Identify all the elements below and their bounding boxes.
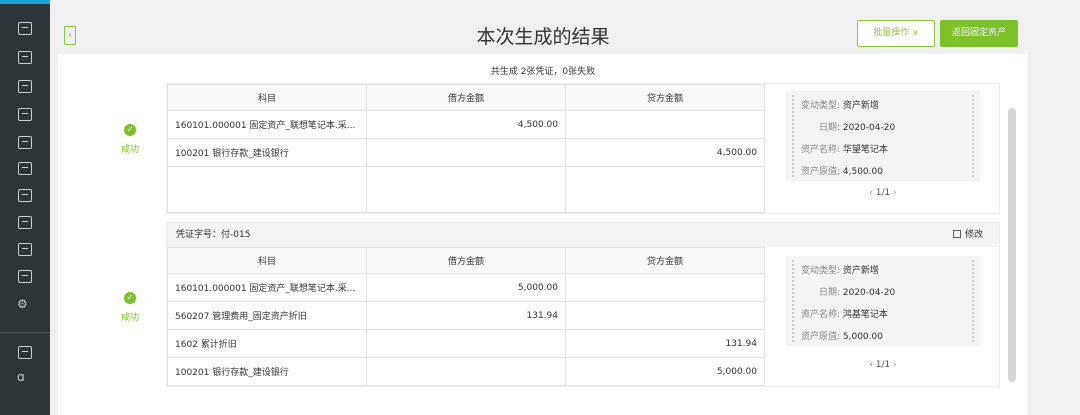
invoice-icon[interactable] bbox=[18, 270, 32, 283]
return-fixed-assets-button[interactable]: 返回固定资产 bbox=[940, 20, 1018, 47]
cell-credit bbox=[565, 110, 765, 139]
asset-name-value: 华望笔记本 bbox=[842, 145, 888, 155]
date-value: 2020-04-20 bbox=[842, 123, 896, 133]
calendar-icon[interactable] bbox=[18, 136, 32, 149]
dotted-border bbox=[792, 260, 794, 342]
col-subject: 科目 bbox=[167, 84, 367, 111]
cell-debit: 4,500.00 bbox=[366, 110, 566, 139]
sidebar-divider bbox=[0, 332, 50, 333]
logo-icon: ɑ bbox=[17, 370, 25, 384]
chart-icon[interactable] bbox=[18, 80, 32, 93]
cell-subject: 160101.000001 固定资产_联想笔记本.采... bbox=[167, 273, 367, 302]
cell-debit: 5,000.00 bbox=[366, 273, 566, 302]
edit-button[interactable]: 修改 bbox=[952, 223, 983, 247]
pager-text: 1/1 bbox=[875, 360, 891, 370]
table-row: 1602 累计折旧 131.94 bbox=[167, 329, 765, 358]
pager: ‹ 1/1 › bbox=[786, 188, 980, 198]
change-type-label: 变动类型: bbox=[800, 101, 840, 111]
original-value-label: 资产原值: bbox=[800, 167, 840, 177]
sidebar: ⚙ ɑ bbox=[0, 0, 50, 415]
pager-next-icon[interactable]: › bbox=[893, 360, 897, 370]
vertical-scrollbar[interactable] bbox=[1008, 108, 1016, 382]
pager-next-icon[interactable]: › bbox=[893, 188, 897, 198]
building-icon[interactable] bbox=[18, 108, 32, 121]
batch-operation-button[interactable]: 批量操作 ∨ bbox=[857, 20, 935, 47]
cell-debit bbox=[366, 357, 566, 386]
check-icon: ✓ bbox=[124, 124, 136, 136]
cell-credit bbox=[565, 301, 765, 330]
date-label: 日期: bbox=[818, 123, 840, 133]
col-debit: 借方金额 bbox=[366, 84, 566, 111]
list-icon[interactable] bbox=[18, 22, 32, 35]
original-value-label: 资产原值: bbox=[800, 332, 840, 342]
table-row: 100201 银行存款_建设银行 4,500.00 bbox=[167, 138, 765, 167]
stack-icon[interactable] bbox=[18, 243, 32, 256]
cell-debit bbox=[366, 138, 566, 167]
batch-operation-label: 批量操作 bbox=[873, 28, 910, 38]
col-debit: 借方金额 bbox=[366, 247, 566, 274]
asset-info-panel: 变动类型: 资产新增 日期: 2020-04-20 资产名称: 鸿基笔记本 资产… bbox=[786, 256, 980, 346]
voucher-card: 科目 借方金额 贷方金额 160101.000001 固定资产_联想笔记本.采.… bbox=[166, 83, 1000, 214]
pager: ‹ 1/1 › bbox=[786, 360, 980, 370]
chevron-down-icon: ∨ bbox=[912, 28, 919, 38]
voucher-status: ✓ 成功 bbox=[110, 292, 150, 323]
voucher-number: 凭证字号：付-015 bbox=[176, 230, 251, 240]
change-type-label: 变动类型: bbox=[800, 266, 840, 276]
date-value: 2020-04-20 bbox=[842, 288, 896, 298]
pager-prev-icon[interactable]: ‹ bbox=[869, 188, 873, 198]
voucher-status: ✓ 成功 bbox=[110, 124, 150, 155]
asset-info-panel: 变动类型: 资产新增 日期: 2020-04-20 资产名称: 华望笔记本 资产… bbox=[786, 91, 980, 181]
edit-icon bbox=[952, 230, 961, 238]
cell-credit: 131.94 bbox=[565, 329, 765, 358]
cell-subject: 1602 累计折旧 bbox=[167, 329, 367, 358]
col-subject: 科目 bbox=[167, 247, 367, 274]
date-label: 日期: bbox=[818, 288, 840, 298]
main-panel: ‹ 本次生成的结果 批量操作 ∨ 返回固定资产 共生成 2张凭证，0张失败 ✓ … bbox=[58, 8, 1028, 415]
table-row: 160101.000001 固定资产_联想笔记本.采... 5,000.00 bbox=[167, 273, 765, 302]
status-label: 成功 bbox=[120, 145, 139, 155]
col-credit: 贷方金额 bbox=[565, 247, 765, 274]
dotted-border bbox=[972, 260, 974, 342]
table-row: 160101.000001 固定资产_联想笔记本.采... 4,500.00 bbox=[167, 110, 765, 139]
dotted-border bbox=[792, 95, 794, 177]
change-type-value: 资产新增 bbox=[842, 266, 879, 276]
asset-name-label: 资产名称: bbox=[800, 310, 840, 320]
change-type-value: 资产新增 bbox=[842, 101, 879, 111]
image-icon[interactable] bbox=[18, 216, 32, 229]
voucher-header: 凭证字号：付-015 修改 bbox=[167, 223, 999, 247]
cell-credit: 5,000.00 bbox=[565, 357, 765, 386]
note-icon[interactable] bbox=[18, 51, 32, 64]
voucher-table: 科目 借方金额 贷方金额 160101.000001 固定资产_联想笔记本.采.… bbox=[167, 84, 765, 213]
video-icon[interactable] bbox=[18, 346, 32, 359]
cell-credit bbox=[565, 273, 765, 302]
report-icon[interactable] bbox=[18, 162, 32, 175]
cell-subject: 160101.000001 固定资产_联想笔记本.采... bbox=[167, 110, 367, 139]
cell-subject: 100201 银行存款_建设银行 bbox=[167, 357, 367, 386]
summary-text: 共生成 2张凭证，0张失败 bbox=[490, 67, 596, 77]
cell-debit bbox=[366, 329, 566, 358]
pager-text: 1/1 bbox=[875, 188, 891, 198]
col-credit: 贷方金额 bbox=[565, 84, 765, 111]
settings-icon[interactable]: ⚙ bbox=[17, 297, 28, 311]
check-icon: ✓ bbox=[124, 292, 136, 304]
status-label: 成功 bbox=[120, 313, 139, 323]
cell-subject: 560207 管理费用_固定资产折旧 bbox=[167, 301, 367, 330]
voucher-card: 凭证字号：付-015 修改 科目 借方金额 贷方金额 160101.000001… bbox=[166, 222, 1000, 387]
sidebar-accent-bar bbox=[0, 0, 50, 4]
print-icon[interactable] bbox=[18, 189, 32, 202]
table-row-empty bbox=[167, 166, 765, 213]
asset-name-label: 资产名称: bbox=[800, 145, 840, 155]
pager-prev-icon[interactable]: ‹ bbox=[869, 360, 873, 370]
asset-name-value: 鸿基笔记本 bbox=[842, 310, 888, 320]
original-value-value: 4,500.00 bbox=[842, 167, 883, 177]
dotted-border bbox=[972, 95, 974, 177]
cell-debit: 131.94 bbox=[366, 301, 566, 330]
table-row: 100201 银行存款_建设银行 5,000.00 bbox=[167, 357, 765, 386]
edit-label: 修改 bbox=[964, 230, 983, 240]
table-row: 560207 管理费用_固定资产折旧 131.94 bbox=[167, 301, 765, 330]
cell-subject: 100201 银行存款_建设银行 bbox=[167, 138, 367, 167]
original-value-value: 5,000.00 bbox=[842, 332, 883, 342]
cell-credit: 4,500.00 bbox=[565, 138, 765, 167]
voucher-table: 科目 借方金额 贷方金额 160101.000001 固定资产_联想笔记本.采.… bbox=[167, 247, 765, 386]
